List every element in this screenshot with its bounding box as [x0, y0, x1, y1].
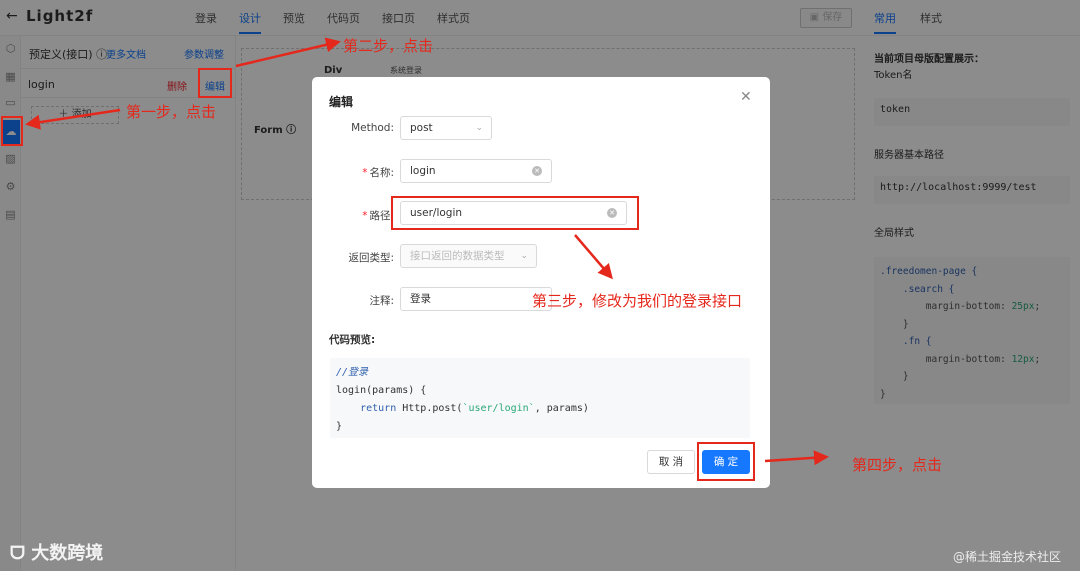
- watermark-right: @稀土掘金技术社区: [953, 550, 1062, 564]
- watermark-left: ᗜ 大数跨境: [10, 543, 104, 564]
- annotation-step2: 第二步，点击: [343, 37, 434, 55]
- arrow-step1: [25, 108, 121, 130]
- arrow-step3: [574, 234, 613, 280]
- arrow-step2: [235, 37, 341, 68]
- logo-icon: ᗜ: [10, 543, 32, 564]
- annotation-step3: 第三步，修改为我们的登录接口: [532, 292, 743, 310]
- arrow-step4: [764, 450, 829, 466]
- annotation-arrows: [25, 37, 829, 466]
- annotation-step4: 第四步，点击: [852, 456, 943, 474]
- annotation-step1: 第一步，点击: [126, 103, 217, 121]
